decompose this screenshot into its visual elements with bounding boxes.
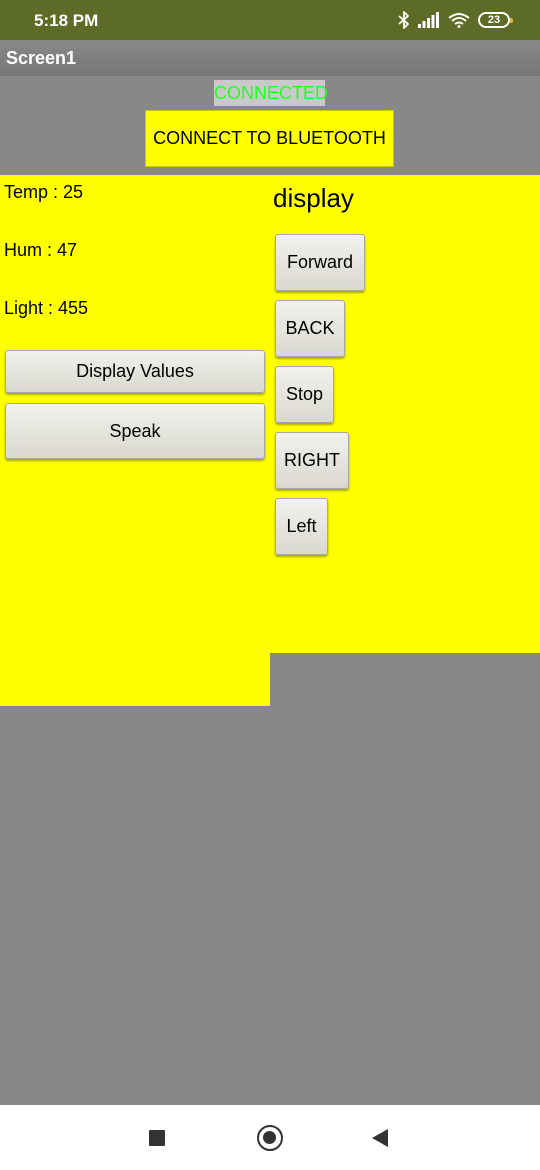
- recents-square-icon[interactable]: [149, 1130, 165, 1146]
- speak-button[interactable]: Speak: [5, 403, 265, 459]
- connection-status-label: CONNECTED: [214, 80, 328, 106]
- home-circle-icon[interactable]: [257, 1125, 283, 1151]
- wifi-icon: [448, 12, 470, 28]
- battery-level: 23: [487, 14, 501, 26]
- status-bar: 5:18 PM 23: [0, 0, 540, 40]
- stop-button[interactable]: Stop: [275, 366, 334, 423]
- display-heading: display: [273, 183, 354, 213]
- signal-icon: [418, 12, 440, 28]
- connect-bluetooth-button[interactable]: CONNECT TO BLUETOOTH: [145, 110, 394, 167]
- temp-label: Temp : 25: [4, 182, 84, 202]
- status-icons: 23: [398, 10, 513, 30]
- right-button[interactable]: RIGHT: [275, 432, 349, 489]
- back-triangle-icon[interactable]: [372, 1129, 388, 1147]
- status-time: 5:18 PM: [34, 11, 99, 30]
- back-button[interactable]: BACK: [275, 300, 345, 357]
- title-bar: Screen1: [0, 40, 540, 76]
- page-title: Screen1: [6, 48, 77, 68]
- bluetooth-icon: [398, 11, 410, 29]
- home-circle-inner: [263, 1131, 276, 1144]
- battery-icon: 23: [478, 12, 513, 28]
- forward-button[interactable]: Forward: [275, 234, 365, 291]
- display-values-button[interactable]: Display Values: [5, 350, 265, 393]
- battery-tip: [510, 18, 513, 23]
- navigation-bar: [0, 1105, 540, 1170]
- left-button[interactable]: Left: [275, 498, 328, 555]
- humidity-label: Hum : 47: [4, 240, 78, 260]
- light-label: Light : 455: [4, 298, 89, 318]
